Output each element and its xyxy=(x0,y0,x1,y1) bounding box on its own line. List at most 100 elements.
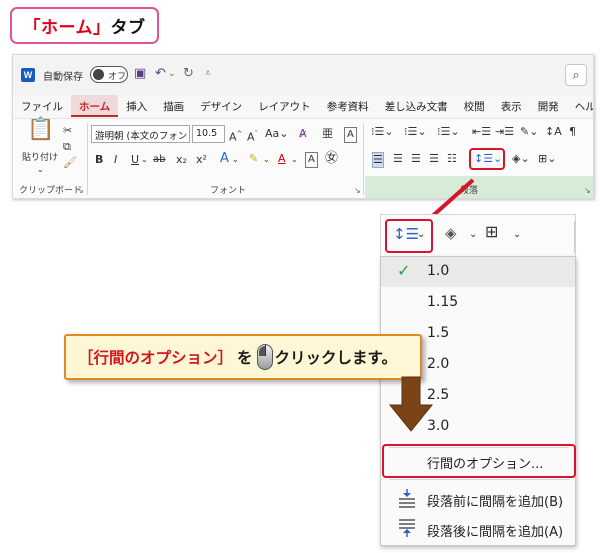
group-divider xyxy=(363,123,364,195)
borders-icon[interactable]: ⊞⌄ xyxy=(538,152,556,166)
tab-layout[interactable]: レイアウト xyxy=(250,95,319,117)
add-space-after-item[interactable]: 段落後に間隔を追加(A) xyxy=(381,514,575,544)
tab-file[interactable]: ファイル xyxy=(13,95,71,117)
add-space-before-item[interactable]: 段落前に間隔を追加(B) xyxy=(381,484,575,514)
title-close-bracket: 」 xyxy=(93,18,111,38)
italic-button[interactable]: I xyxy=(114,153,117,167)
search-icon[interactable]: ⌕ xyxy=(565,64,587,86)
ribbon-groups: 📋 貼り付け ⌄ ✂ ⧉ 🖌 クリップボード ↘ 游明朝 (本文のフォント 10… xyxy=(13,118,593,198)
align-left-button[interactable]: ☰ xyxy=(372,152,384,168)
title-open-bracket: 「 xyxy=(23,18,41,38)
strikethrough-button[interactable]: ab xyxy=(153,153,165,167)
autosave-state: オフ xyxy=(108,72,127,82)
char-shading-icon[interactable]: A xyxy=(305,152,318,168)
tab-view[interactable]: 表示 xyxy=(493,95,530,117)
highlight-color-icon[interactable]: ✎ xyxy=(249,152,258,166)
multilevel-list-icon[interactable]: ⁝☰⌄ xyxy=(437,125,460,139)
page-title: 「 ホーム 」 タブ xyxy=(10,7,159,44)
font-color-dropdown-icon[interactable]: ⌄ xyxy=(291,153,298,167)
callout-mid: を xyxy=(237,349,253,367)
bullets-icon[interactable]: ⁝☰⌄ xyxy=(371,125,394,139)
line-spacing-icon[interactable]: ↕☰ xyxy=(393,227,419,242)
check-icon: ✓ xyxy=(397,261,411,280)
increase-indent-icon[interactable]: ⇥☰ xyxy=(495,125,514,139)
show-marks-icon[interactable]: ¶ xyxy=(569,125,576,139)
tab-mailings[interactable]: 差し込み文書 xyxy=(377,95,456,117)
word-app-icon: W xyxy=(21,68,35,82)
format-painter-icon[interactable]: 🖌 xyxy=(63,156,77,170)
sort-icon[interactable]: ↕A xyxy=(545,125,562,139)
undo-icon[interactable]: ↶ xyxy=(155,66,166,81)
down-arrow-icon xyxy=(388,376,434,432)
paste-dropdown-icon[interactable]: ⌄ xyxy=(37,163,44,177)
instruction-callout: ［行間のオプション］ を クリックします。 xyxy=(64,334,422,380)
bold-button[interactable]: B xyxy=(95,153,103,167)
tab-insert[interactable]: 挿入 xyxy=(118,95,155,117)
distributed-button[interactable]: ☷ xyxy=(447,152,457,166)
paste-icon[interactable]: 📋 xyxy=(27,119,54,141)
undo-dropdown-icon[interactable]: ⌄ xyxy=(168,69,176,79)
space-before-icon xyxy=(399,489,415,508)
spacing-option[interactable]: 1.15 xyxy=(381,288,575,318)
shading-dropdown-icon[interactable]: ⌄ xyxy=(469,228,477,242)
tab-review[interactable]: 校閲 xyxy=(456,95,493,117)
redo-icon[interactable]: ↻ xyxy=(183,66,194,81)
chevron-down-icon[interactable]: ⌄ xyxy=(417,228,425,242)
justify-button[interactable]: ☰ xyxy=(429,152,439,166)
change-case-icon[interactable]: Aa⌄ xyxy=(265,127,288,141)
save-icon[interactable]: ▣ xyxy=(134,66,146,81)
ribbon-tabs: ファイル ホーム 挿入 描画 デザイン レイアウト 参考資料 差し込み文書 校閲… xyxy=(13,95,593,117)
grow-font-icon[interactable]: A^ xyxy=(229,127,242,145)
paint-bucket-icon[interactable]: ◈ xyxy=(445,226,457,241)
menu-item-label: 段落前に間隔を追加(B) xyxy=(427,495,564,510)
superscript-button[interactable]: x² xyxy=(196,153,207,167)
title-suffix: タブ xyxy=(110,18,146,38)
shading-icon[interactable]: ◈⌄ xyxy=(512,152,530,166)
shrink-font-icon[interactable]: Aˇ xyxy=(247,127,258,145)
subscript-button[interactable]: x₂ xyxy=(176,153,187,167)
enclose-char-icon[interactable]: ㊛ xyxy=(325,152,338,166)
align-center-button[interactable]: ☰ xyxy=(393,152,403,166)
quick-access-toolbar: W 自動保存 オフ ▣ ↶ ⌄ ↻ ⩡ ⌕ xyxy=(13,55,593,95)
text-effects-dropdown-icon[interactable]: ⌄ xyxy=(232,153,239,167)
font-name-input[interactable]: 游明朝 (本文のフォント xyxy=(91,125,190,143)
clear-formatting-icon[interactable]: A̷ xyxy=(299,127,307,141)
title-home: ホーム xyxy=(41,18,93,38)
spacing-value: 1.15 xyxy=(427,294,459,310)
menu-divider xyxy=(389,479,569,480)
borders-icon[interactable]: ⊞ xyxy=(485,224,498,240)
tab-draw[interactable]: 描画 xyxy=(155,95,192,117)
font-size-input[interactable]: 10.5 xyxy=(192,125,225,143)
highlight-dropdown-icon[interactable]: ⌄ xyxy=(263,153,270,167)
tab-help[interactable]: ヘルプ xyxy=(567,95,593,117)
autosave-toggle[interactable]: オフ xyxy=(90,66,128,83)
line-spacing-options-highlight xyxy=(382,444,576,478)
spacing-option[interactable]: ✓ 1.0 xyxy=(381,257,575,287)
clipboard-launcher-icon[interactable]: ↘ xyxy=(77,186,84,195)
text-effects-icon[interactable]: A xyxy=(220,152,229,166)
cut-icon[interactable]: ✂ xyxy=(63,124,72,138)
borders-dropdown-icon[interactable]: ⌄ xyxy=(513,228,521,242)
numbering-icon[interactable]: ⁝☰⌄ xyxy=(404,125,427,139)
font-color-icon[interactable]: A xyxy=(278,152,286,166)
spacing-value: 1.5 xyxy=(427,325,450,341)
autosave-label: 自動保存 xyxy=(43,72,83,83)
toolbar-divider xyxy=(574,221,575,253)
paragraph-launcher-icon[interactable]: ↘ xyxy=(584,186,591,195)
font-launcher-icon[interactable]: ↘ xyxy=(354,186,361,195)
font-group-label: フォント xyxy=(210,186,247,196)
tab-design[interactable]: デザイン xyxy=(192,95,250,117)
space-after-icon xyxy=(399,519,415,537)
decrease-indent-icon[interactable]: ⇤☰ xyxy=(472,125,491,139)
underline-button[interactable]: U xyxy=(131,153,139,167)
ruby-icon[interactable]: 亜 xyxy=(322,127,333,141)
asian-layout-icon[interactable]: ✎⌄ xyxy=(520,125,538,139)
tab-developer[interactable]: 開発 xyxy=(530,95,567,117)
copy-icon[interactable]: ⧉ xyxy=(63,140,71,154)
tab-home[interactable]: ホーム xyxy=(71,95,119,117)
customize-icon[interactable]: ⩡ xyxy=(205,68,211,79)
underline-dropdown-icon[interactable]: ⌄ xyxy=(141,153,148,167)
align-right-button[interactable]: ☰ xyxy=(411,152,421,166)
tab-references[interactable]: 参考資料 xyxy=(319,95,377,117)
enclosed-char-icon[interactable]: A xyxy=(344,127,357,143)
